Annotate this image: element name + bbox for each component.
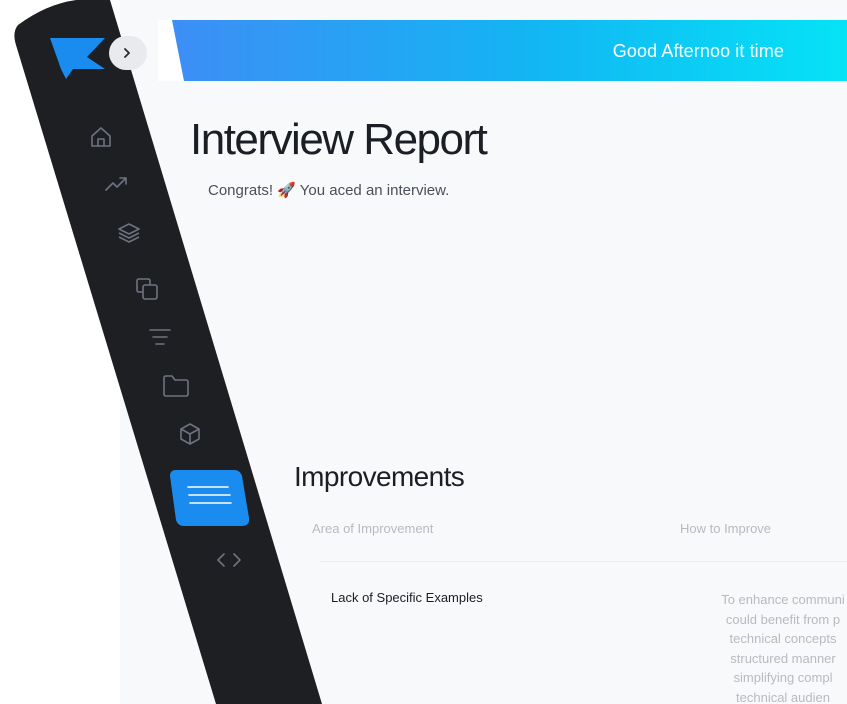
sidebar-expand-button[interactable] <box>109 36 147 70</box>
box-icon <box>180 423 200 445</box>
folder-icon <box>163 375 189 397</box>
sidebar-item-filter[interactable] <box>148 325 172 349</box>
column-header-area: Area of Improvement <box>312 521 434 536</box>
home-icon <box>91 127 111 147</box>
how-line: could benefit from p <box>725 611 841 627</box>
table-divider <box>320 561 847 562</box>
trending-up-icon <box>105 177 127 191</box>
how-line: technical concepts <box>729 631 837 647</box>
page-title: Interview Report <box>190 115 488 164</box>
table-cell-area: Lack of Specific Examples <box>331 590 483 605</box>
sidebar-item-code[interactable] <box>216 550 242 570</box>
page-subtitle: Congrats! 🚀 You aced an interview. <box>208 182 450 199</box>
sidebar-item-active[interactable] <box>170 470 249 526</box>
improvements-title: Improvements <box>294 461 465 492</box>
how-line: To enhance communi <box>721 592 845 607</box>
sidebar-item-copy[interactable] <box>134 276 160 302</box>
chevron-right-icon <box>124 48 130 58</box>
how-line: simplifying compl <box>733 670 833 686</box>
layers-icon <box>118 223 140 243</box>
sidebar-item-layers[interactable] <box>117 221 141 245</box>
table-cell-how: To enhance communi could benefit from p … <box>688 590 847 704</box>
sidebar-item-folder[interactable] <box>162 373 190 399</box>
sidebar-item-trending[interactable] <box>104 172 128 196</box>
sidebar-item-home[interactable] <box>89 125 113 149</box>
sidebar-item-box[interactable] <box>178 422 202 446</box>
copy-icon <box>136 278 158 300</box>
how-line: technical audien <box>736 689 830 704</box>
how-line: structured manner <box>730 650 836 666</box>
logo-icon[interactable] <box>47 35 111 81</box>
code-icon <box>217 553 241 567</box>
align-center-icon <box>149 329 171 345</box>
column-header-how: How to Improve <box>680 521 772 536</box>
